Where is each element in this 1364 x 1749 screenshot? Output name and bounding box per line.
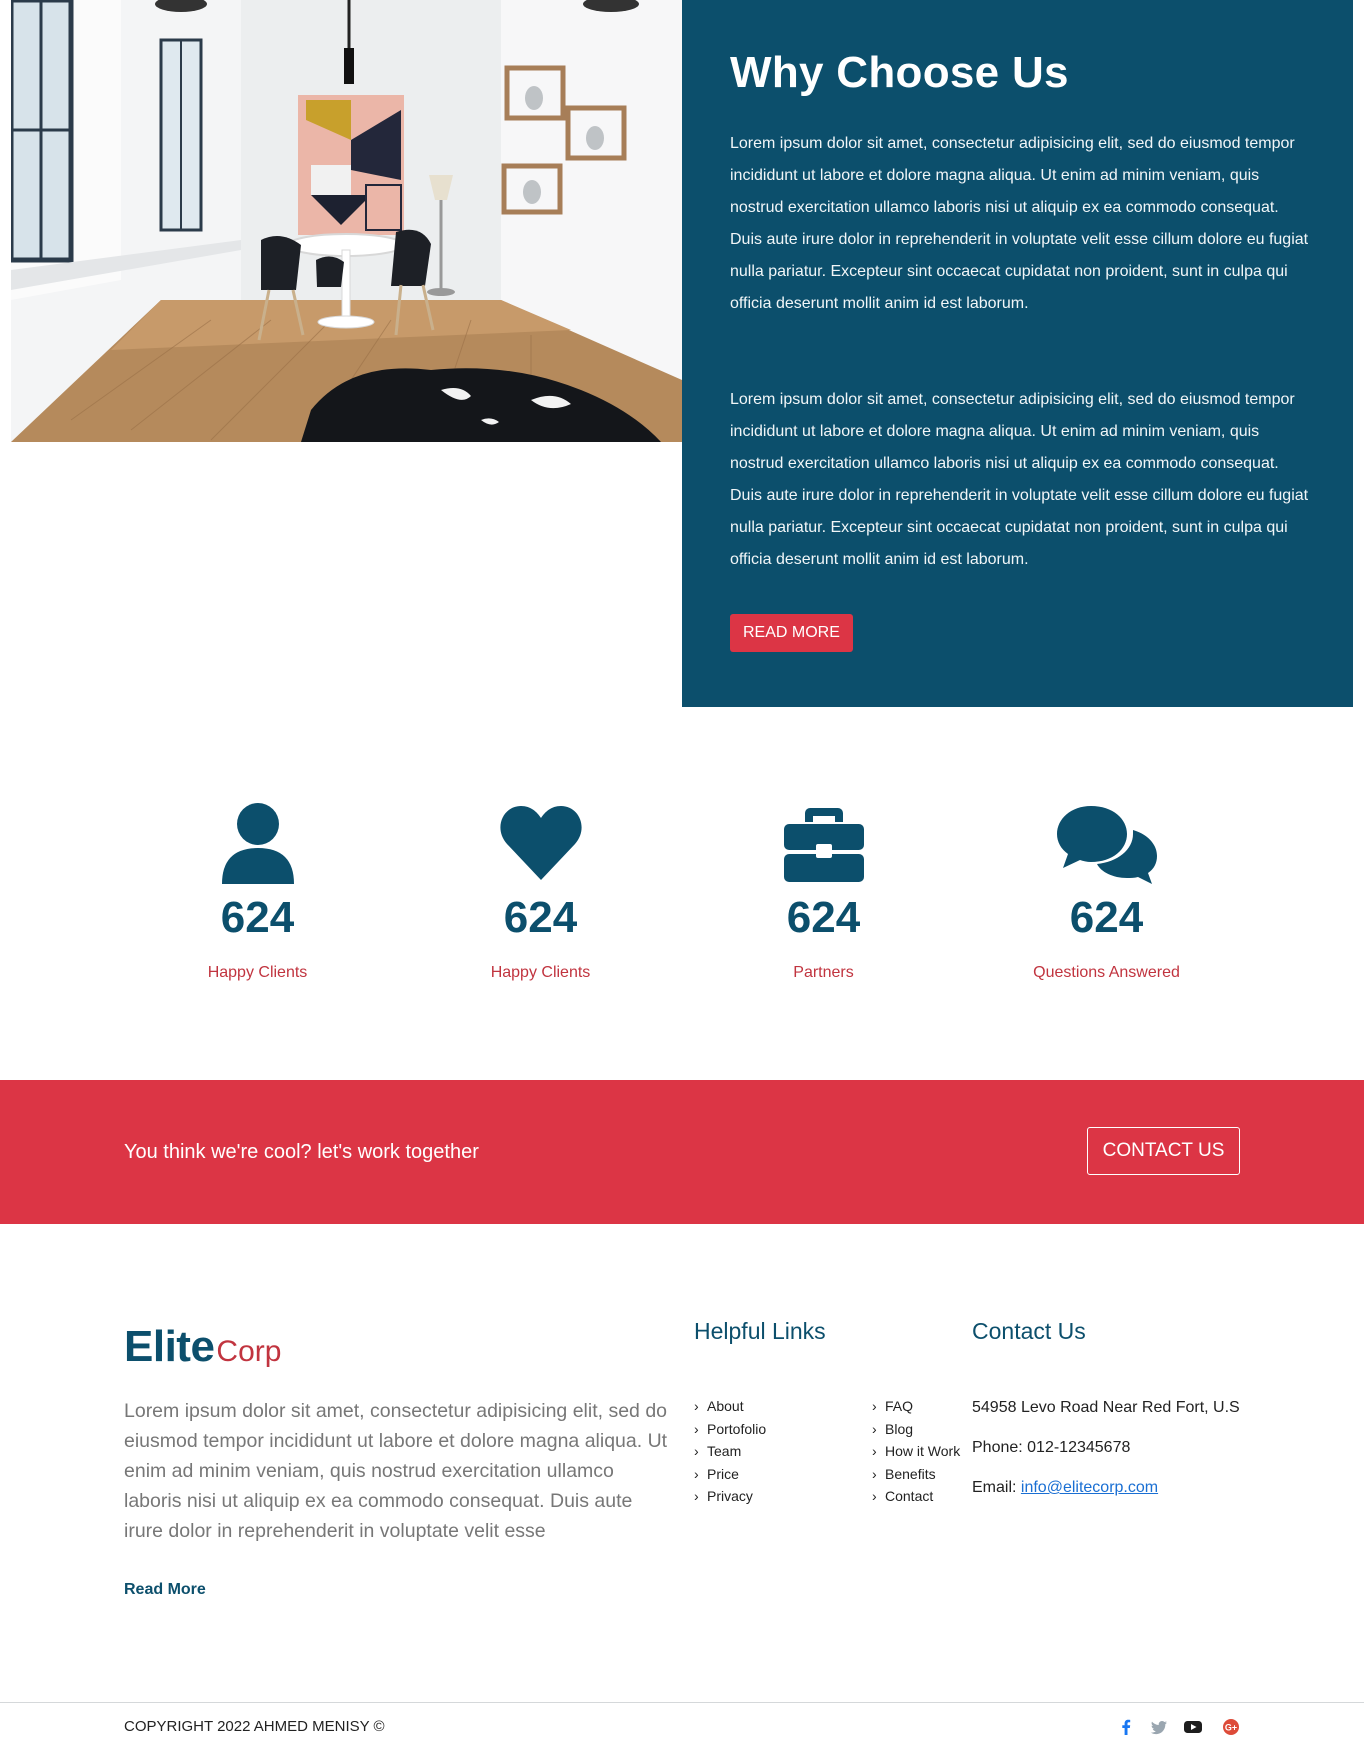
stat-item-happy-clients-1: 624 Happy Clients [116, 802, 399, 982]
stat-item-happy-clients-2: 624 Happy Clients [399, 802, 682, 982]
briefcase-icon [682, 802, 965, 884]
contact-address: 54958 Levo Road Near Red Fort, U.S [972, 1399, 1240, 1416]
contact-email-row: Email: info@elitecorp.com [972, 1479, 1158, 1497]
chevron-right-icon: › [694, 1398, 699, 1414]
stat-number: 624 [786, 893, 861, 942]
stat-number: 624 [1069, 893, 1144, 942]
contact-email-label: Email: [972, 1479, 1017, 1496]
stat-label: Happy Clients [490, 964, 591, 981]
chevron-right-icon: › [872, 1488, 877, 1504]
footer-link-blog[interactable]: › Blog [872, 1418, 960, 1441]
stat-label: Happy Clients [207, 964, 308, 981]
why-paragraph-2: Lorem ipsum dolor sit amet, consectetur … [730, 391, 1309, 568]
footer-link-benefits[interactable]: › Benefits [872, 1463, 960, 1486]
youtube-icon[interactable] [1182, 1716, 1204, 1738]
chevron-right-icon: › [872, 1420, 877, 1437]
contact-us-title: Contact Us [972, 1318, 1086, 1344]
helpful-links-col-2: › FAQ › Blog › How it Work › Benefits › Conta… [872, 1395, 960, 1508]
footer-link-team[interactable]: › Team [694, 1440, 766, 1463]
chevron-right-icon: › [872, 1465, 877, 1482]
why-choose-us-title: Why Choose Us [730, 48, 1069, 97]
footer-link-how-it-work[interactable]: › How it Work [872, 1440, 960, 1463]
chevron-right-icon: › [872, 1398, 877, 1414]
contact-us-button[interactable]: Contact Us [1087, 1127, 1240, 1175]
twitter-icon[interactable] [1148, 1716, 1170, 1738]
copyright-text: Copyright 2022 Ahmed Menisy © [124, 1718, 385, 1735]
footer: EliteCorp Lorem ipsum dolor sit amet, co… [0, 1224, 1364, 1702]
footer-link-contact[interactable]: › Contact [872, 1485, 960, 1508]
why-choose-us-panel: Why Choose Us Lorem ipsum dolor sit amet… [682, 0, 1353, 707]
footer-link-price[interactable]: › Price [694, 1463, 766, 1486]
stat-item-questions-answered: 624 Questions Answered [965, 802, 1248, 982]
footer-link-about[interactable]: › About [694, 1395, 766, 1418]
copyright-bar: Copyright 2022 Ahmed Menisy © G+ [0, 1702, 1364, 1749]
stat-label: Partners [793, 964, 854, 981]
helpful-links-col-1: › About › Portofolio › Team › Price › Privacy [694, 1395, 766, 1508]
logo[interactable]: EliteCorp [124, 1322, 281, 1372]
cta-banner: You think we're cool? let's work togethe… [0, 1080, 1364, 1224]
stat-label: Questions Answered [1033, 964, 1180, 981]
footer-link-privacy[interactable]: › Privacy [694, 1485, 766, 1508]
google-plus-icon[interactable]: G+ [1220, 1716, 1242, 1738]
logo-sub: Corp [216, 1335, 282, 1368]
user-icon [116, 802, 399, 884]
cta-text: You think we're cool? let's work togethe… [124, 1141, 479, 1163]
chevron-right-icon: › [694, 1465, 699, 1482]
interior-dining-room-photo [11, 0, 682, 442]
comments-icon [965, 802, 1248, 884]
stat-number: 624 [220, 893, 295, 942]
contact-phone: Phone: 012-12345678 [972, 1439, 1131, 1456]
stat-number: 624 [503, 893, 578, 942]
chevron-right-icon: › [872, 1443, 877, 1459]
why-read-more-button[interactable]: Read More [730, 614, 853, 652]
why-choose-us-section: Why Choose Us Lorem ipsum dolor sit amet… [0, 0, 1364, 707]
logo-main: Elite [124, 1322, 215, 1371]
chevron-right-icon: › [694, 1443, 699, 1459]
footer-about-text: Lorem ipsum dolor sit amet, consectetur … [124, 1400, 668, 1542]
chevron-right-icon: › [694, 1420, 699, 1437]
stat-item-partners: 624 Partners [682, 802, 965, 982]
svg-text:G+: G+ [1225, 1723, 1237, 1733]
facebook-icon[interactable] [1115, 1716, 1137, 1738]
chevron-right-icon: › [694, 1488, 699, 1504]
footer-link-faq[interactable]: › FAQ [872, 1395, 960, 1418]
footer-link-portofolio[interactable]: › Portofolio [694, 1418, 766, 1441]
helpful-links-title: Helpful Links [694, 1318, 826, 1344]
why-paragraph-1: Lorem ipsum dolor sit amet, consectetur … [730, 135, 1309, 312]
contact-email-link[interactable]: info@elitecorp.com [1021, 1479, 1158, 1496]
stats-section: 624 Happy Clients 624 Happy Clients 624 … [0, 707, 1364, 1080]
heart-icon [399, 802, 682, 884]
footer-read-more-link[interactable]: Read More [124, 1581, 206, 1599]
